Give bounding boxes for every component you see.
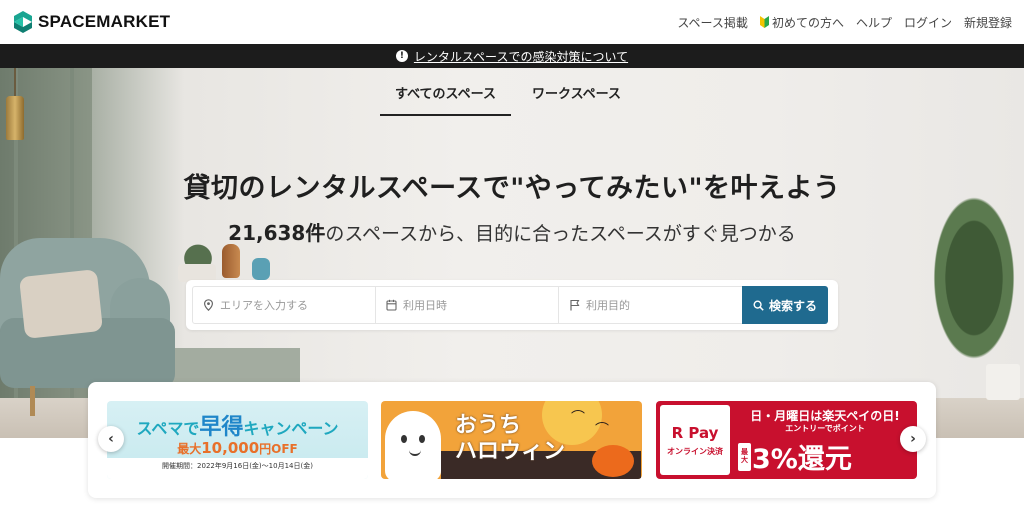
space-type-tabs: すべてのスペース ワークスペース	[380, 68, 642, 116]
banner-early-title-b: キャンペーン	[243, 419, 339, 438]
search-button-label: 検索する	[768, 298, 817, 313]
location-pin-icon	[203, 299, 214, 311]
tab-work-spaces[interactable]: ワークスペース	[511, 68, 642, 116]
vase-image	[252, 258, 270, 280]
area-input[interactable]: エリアを入力する	[192, 286, 376, 324]
banner-halloween-line2: ハロウィン	[455, 439, 566, 464]
search-icon	[753, 299, 764, 311]
header-nav: スペース掲載 初めての方へ ヘルプ ログイン 新規登録	[677, 14, 1012, 31]
nav-signup[interactable]: 新規登録	[964, 14, 1012, 31]
banner-early-discount-b: 円OFF	[259, 442, 298, 456]
pumpkin-image	[592, 445, 634, 477]
tab-all-spaces[interactable]: すべてのスペース	[380, 68, 511, 116]
banner-early-title: スペマで早得キャンペーン	[107, 409, 368, 441]
area-input-placeholder: エリアを入力する	[220, 299, 308, 312]
ghost-image	[385, 411, 441, 479]
rakuten-pay-logo: R Pay オンライン決済	[660, 405, 730, 475]
banner-early-campaign[interactable]: スペマで早得キャンペーン 最大10,000円OFF 開催期間：2022年9月16…	[107, 401, 368, 479]
banner-rakuten-line1: 日・月曜日は楽天ペイの日!	[750, 409, 900, 423]
banner-rakuten-line2: エントリーでポイント	[785, 424, 865, 433]
purpose-input[interactable]: 利用目的	[559, 286, 742, 324]
banner-early-discount-amount: 10,000	[201, 439, 260, 457]
pendant-lamp-image	[6, 68, 24, 148]
nav-login[interactable]: ログイン	[904, 14, 952, 31]
banner-early-period: 開催期間：2022年9月16日(金)～10月14日(金)	[162, 462, 313, 470]
tree-pot-image	[986, 364, 1020, 400]
hero-subline-text: のスペースから、目的に合ったスペースがすぐ見つかる	[325, 223, 796, 245]
bat-icon: ⌒	[571, 410, 585, 426]
banner-carousel: スペマで早得キャンペーン 最大10,000円OFF 開催期間：2022年9月16…	[88, 382, 936, 498]
rakuten-pay-logo-sub: オンライン決済	[667, 446, 723, 456]
search-button[interactable]: 検索する	[742, 286, 828, 324]
banner-rakuten-pay[interactable]: R Pay オンライン決済 日・月曜日は楽天ペイの日! エントリーでポイント 最…	[656, 401, 917, 479]
hero-headline: 貸切のレンタルスペースで"やってみたい"を叶えよう	[183, 173, 841, 204]
vase-image	[222, 244, 240, 278]
notice-bar: ! レンタルスペースでの感染対策について	[0, 44, 1024, 68]
nav-list-space[interactable]: スペース掲載	[677, 14, 748, 31]
space-count: 21,638件	[228, 221, 326, 245]
date-input-placeholder: 利用日時	[403, 299, 447, 312]
bat-icon: ⌒	[595, 422, 609, 438]
infection-measures-link[interactable]: レンタルスペースでの感染対策について	[414, 48, 628, 65]
rakuten-pay-logo-text: R Pay	[671, 423, 719, 442]
chair-leg	[30, 386, 35, 416]
tree-image	[924, 178, 1024, 378]
carousel-prev-button[interactable]: ‹	[98, 426, 124, 452]
purpose-input-placeholder: 利用目的	[586, 299, 630, 312]
banner-rakuten-max-b: 大	[741, 456, 748, 464]
banner-early-discount: 最大10,000円OFF	[107, 439, 368, 457]
banner-rakuten-big: 3%還元	[752, 444, 852, 475]
banner-early-discount-a: 最大	[177, 442, 202, 456]
flag-icon	[570, 299, 580, 311]
hero-subline: 21,638件のスペースから、目的に合ったスペースがすぐ見つかる	[0, 217, 1024, 246]
spacemarket-logo-icon	[14, 11, 32, 33]
logo[interactable]: SPACEMARKET	[12, 10, 170, 34]
nav-beginners-label: 初めての方へ	[771, 15, 844, 30]
logo-text: SPACEMARKET	[38, 12, 171, 31]
date-input[interactable]: 利用日時	[376, 286, 559, 324]
banner-early-title-a: スペマで	[136, 419, 200, 438]
site-header: SPACEMARKET スペース掲載 初めての方へ ヘルプ ログイン 新規登録	[0, 0, 1024, 44]
nav-help[interactable]: ヘルプ	[856, 14, 892, 31]
banner-early-title-big: 早得	[199, 415, 244, 440]
search-bar: エリアを入力する 利用日時 利用目的 検索する	[186, 280, 838, 330]
nav-beginners[interactable]: 初めての方へ	[759, 14, 844, 31]
info-icon: !	[395, 50, 408, 62]
carousel-next-button[interactable]: ›	[900, 426, 926, 452]
banner-rakuten-max-badge: 最 大	[738, 443, 751, 471]
calendar-icon	[386, 299, 397, 311]
banner-home-halloween[interactable]: ⌒ ⌒ おうち ハロウィン	[381, 401, 642, 479]
beginner-mark-icon	[759, 16, 769, 28]
cushion-image	[18, 269, 104, 339]
